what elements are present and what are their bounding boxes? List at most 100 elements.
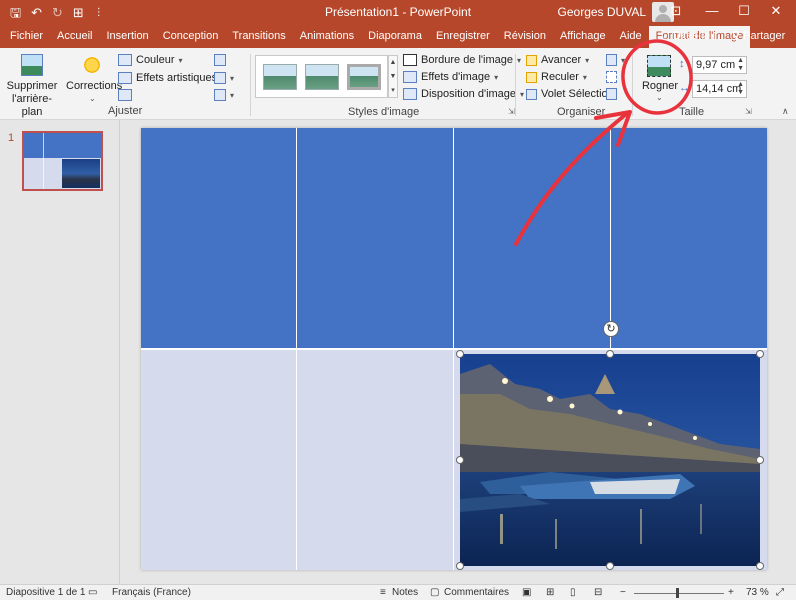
- minimize-button[interactable]: —: [694, 0, 730, 24]
- disposition-image-button[interactable]: Disposition d'image ▾: [403, 88, 524, 100]
- notes-button[interactable]: Notes: [392, 586, 418, 600]
- bordure-image-button[interactable]: Bordure de l'image ▾: [403, 54, 521, 66]
- tab-fichier[interactable]: Fichier: [3, 26, 50, 48]
- size-dialog-launcher-icon[interactable]: ⇲: [745, 107, 752, 116]
- maximize-button[interactable]: ☐: [726, 0, 762, 24]
- start-slideshow-icon[interactable]: ⊞: [73, 0, 84, 26]
- share-button[interactable]: ⚲ Partager: [732, 26, 785, 48]
- resize-handle-n[interactable]: [606, 350, 614, 358]
- height-input[interactable]: 9,97 cm ▲ ▼: [692, 56, 747, 74]
- resize-handle-s[interactable]: [606, 562, 614, 570]
- resize-handle-ne[interactable]: [756, 350, 764, 358]
- width-value: 14,14 cm: [696, 83, 742, 95]
- tell-me-label: Dites-le-r: [672, 30, 718, 42]
- zoom-slider[interactable]: [634, 593, 724, 594]
- undo-icon[interactable]: ↶: [31, 0, 42, 26]
- ribbon-display-icon[interactable]: ⊡: [658, 0, 694, 24]
- tab-transitions[interactable]: Transitions: [225, 26, 292, 48]
- align-icon: [606, 54, 617, 66]
- comments-icon: ▢: [430, 587, 440, 598]
- volet-label: Volet Sélection: [541, 88, 614, 100]
- remove-background-button[interactable]: Supprimer l'arrière-plan: [2, 80, 62, 119]
- table-cell[interactable]: [297, 350, 453, 570]
- couleur-button[interactable]: Couleur ▾: [118, 54, 183, 66]
- corrections-dropdown-icon[interactable]: ⌄: [89, 94, 96, 103]
- fit-slide-icon[interactable]: ⤢: [776, 586, 784, 600]
- slideshow-icon[interactable]: ⊟: [594, 586, 602, 600]
- rotate-handle-icon[interactable]: ↻: [603, 321, 619, 337]
- table-cell[interactable]: [454, 128, 610, 348]
- normal-view-icon[interactable]: ▣: [522, 586, 531, 600]
- quick-access-toolbar: 🖫 ↶ ↻ ⊞ ⋮: [0, 0, 104, 26]
- user-name[interactable]: Georges DUVAL: [558, 0, 646, 24]
- tab-conception[interactable]: Conception: [156, 26, 226, 48]
- style-thumbnail-2[interactable]: [305, 64, 339, 90]
- table-cell[interactable]: [611, 128, 767, 348]
- selected-photo[interactable]: [460, 354, 760, 566]
- group-button[interactable]: [606, 71, 617, 83]
- table-cell[interactable]: [297, 128, 453, 348]
- group-label-ajuster: Ajuster: [108, 105, 143, 117]
- width-input[interactable]: 14,14 cm ▲ ▼: [692, 80, 747, 98]
- corrections-icon[interactable]: [82, 55, 102, 75]
- rotate-button[interactable]: [606, 88, 617, 100]
- accessibility-icon[interactable]: ▭: [88, 586, 97, 600]
- effets-artistiques-button[interactable]: Effets artistiques ▾: [118, 72, 225, 84]
- tab-accueil[interactable]: Accueil: [50, 26, 99, 48]
- crop-dropdown-icon[interactable]: ⌄: [656, 93, 663, 102]
- crop-icon[interactable]: [647, 55, 671, 77]
- style-thumbnail-1[interactable]: [263, 64, 297, 90]
- resize-handle-se[interactable]: [756, 562, 764, 570]
- tell-me-box[interactable]: ♡ Dites-le-r: [660, 26, 718, 48]
- spinner-arrows-icon[interactable]: ▲ ▼: [737, 81, 744, 97]
- volet-selection-button[interactable]: Volet Sélection: [526, 88, 614, 100]
- bordure-label: Bordure de l'image: [421, 54, 513, 66]
- rogner-button[interactable]: Rogner: [639, 80, 681, 93]
- reset-picture-button[interactable]: ▾: [214, 89, 234, 101]
- zoom-in-icon[interactable]: +: [728, 586, 734, 600]
- style-thumbnail-3[interactable]: [347, 64, 381, 90]
- redo-icon[interactable]: ↻: [52, 0, 63, 26]
- transparency-button[interactable]: [118, 89, 132, 101]
- tab-affichage[interactable]: Affichage: [553, 26, 613, 48]
- reculer-button[interactable]: Reculer ▾: [526, 71, 587, 83]
- zoom-out-icon[interactable]: −: [620, 586, 626, 600]
- align-button[interactable]: ▾: [606, 54, 625, 66]
- tab-animations[interactable]: Animations: [293, 26, 361, 48]
- zoom-level[interactable]: 73 %: [746, 586, 769, 600]
- group-objects-icon: [606, 71, 617, 83]
- tab-aide[interactable]: Aide: [613, 26, 649, 48]
- tab-diaporama[interactable]: Diaporama: [361, 26, 429, 48]
- table-cell[interactable]: [141, 350, 296, 570]
- resize-handle-e[interactable]: [756, 456, 764, 464]
- resize-handle-nw[interactable]: [456, 350, 464, 358]
- comments-button[interactable]: Commentaires: [444, 586, 509, 600]
- tab-enregistrer[interactable]: Enregistrer: [429, 26, 497, 48]
- corrections-button[interactable]: Corrections: [66, 80, 122, 93]
- resize-handle-w[interactable]: [456, 456, 464, 464]
- gallery-scrollbar[interactable]: ▲ ▼ ▾: [388, 55, 398, 98]
- language-status[interactable]: Français (France): [112, 586, 191, 600]
- picture-border-icon: [403, 54, 417, 66]
- close-button[interactable]: ✕: [758, 0, 794, 24]
- slide-thumbnail[interactable]: [22, 131, 103, 191]
- effets-image-button[interactable]: Effets d'image ▾: [403, 71, 498, 83]
- table-cell[interactable]: [141, 128, 296, 348]
- resize-handle-sw[interactable]: [456, 562, 464, 570]
- remove-background-icon[interactable]: [21, 54, 43, 76]
- avancer-button[interactable]: Avancer ▾: [526, 54, 589, 66]
- tab-revision[interactable]: Révision: [497, 26, 553, 48]
- styles-dialog-launcher-icon[interactable]: ⇲: [508, 107, 515, 116]
- group-label-organiser: Organiser: [557, 106, 606, 118]
- collapse-ribbon-icon[interactable]: ∧: [782, 106, 789, 117]
- slide-sorter-icon[interactable]: ⊞: [546, 586, 554, 600]
- tab-insertion[interactable]: Insertion: [99, 26, 155, 48]
- zoom-thumb[interactable]: [676, 588, 679, 598]
- spinner-arrows-icon[interactable]: ▲ ▼: [737, 57, 744, 73]
- effets-artistiques-label: Effets artistiques: [136, 72, 218, 84]
- save-icon[interactable]: 🖫: [10, 0, 21, 26]
- change-picture-button[interactable]: ▾: [214, 72, 234, 84]
- customize-qat-icon[interactable]: ⋮: [94, 0, 104, 26]
- compress-pictures-button[interactable]: [214, 54, 226, 66]
- reading-view-icon[interactable]: ▯: [570, 586, 576, 600]
